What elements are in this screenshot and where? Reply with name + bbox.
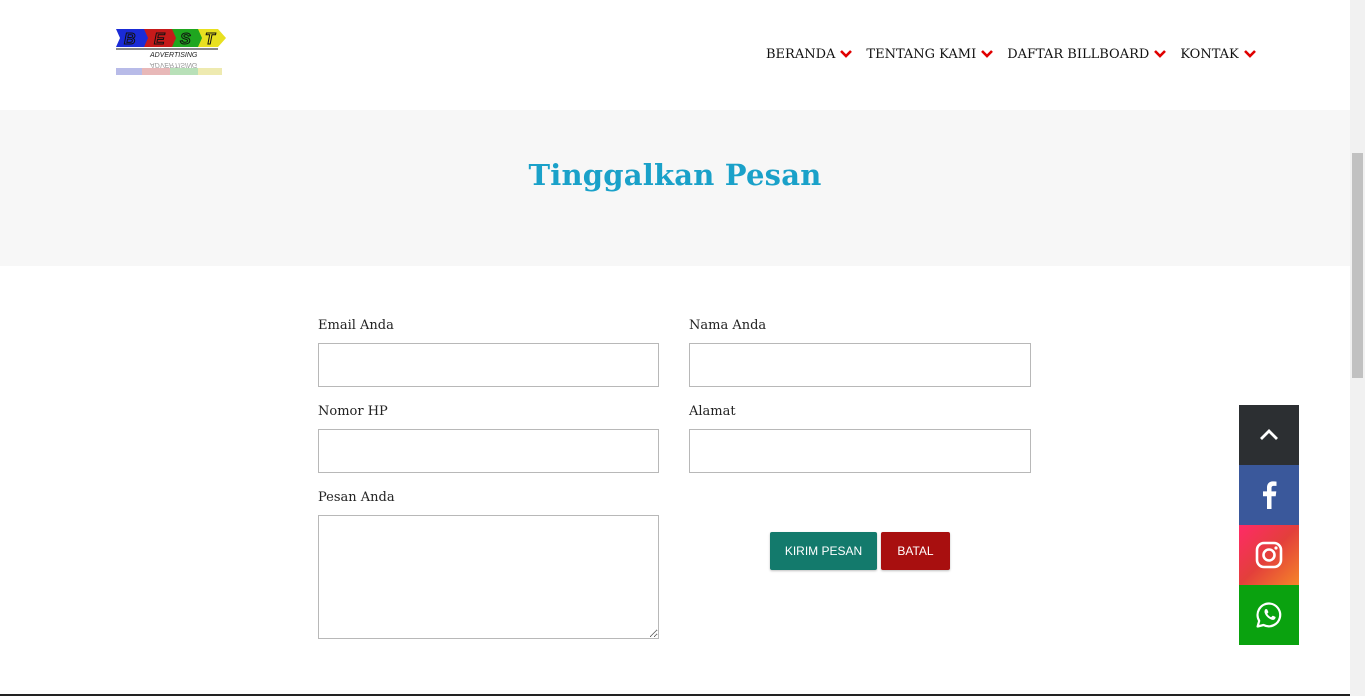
nav-item-label: KONTAK xyxy=(1180,46,1239,62)
chevron-down-icon xyxy=(840,50,853,58)
email-label: Email Anda xyxy=(318,318,394,333)
svg-text:T: T xyxy=(205,31,216,48)
page-scrollbar[interactable] xyxy=(1350,0,1365,696)
name-label: Nama Anda xyxy=(689,318,767,333)
social-float-bar xyxy=(1239,405,1299,645)
send-message-button[interactable]: KIRIM PESAN xyxy=(770,532,877,570)
facebook-icon xyxy=(1263,481,1277,509)
cancel-button[interactable]: BATAL xyxy=(881,532,950,570)
email-field[interactable] xyxy=(318,343,659,387)
phone-field[interactable] xyxy=(318,429,659,473)
scrollbar-thumb[interactable] xyxy=(1352,153,1363,378)
page-banner: Tinggalkan Pesan xyxy=(0,110,1350,266)
svg-text:ADVERTISING: ADVERTISING xyxy=(149,52,198,59)
svg-text:S: S xyxy=(180,31,191,48)
instagram-button[interactable] xyxy=(1239,525,1299,585)
svg-text:B: B xyxy=(124,31,136,48)
message-field[interactable] xyxy=(318,515,659,639)
chevron-down-icon xyxy=(981,50,994,58)
nav-item-kontak[interactable]: KONTAK xyxy=(1180,45,1256,63)
nav-item-label: DAFTAR BILLBOARD xyxy=(1007,46,1150,62)
page-title: Tinggalkan Pesan xyxy=(528,158,822,192)
address-field[interactable] xyxy=(689,429,1031,473)
whatsapp-icon xyxy=(1256,602,1282,628)
chevron-down-icon xyxy=(1154,50,1167,58)
facebook-button[interactable] xyxy=(1239,465,1299,525)
phone-label: Nomor HP xyxy=(318,404,388,419)
back-to-top-button[interactable] xyxy=(1239,405,1299,465)
main-nav: BERANDA TENTANG KAMI DAFTAR BILLBOARD KO… xyxy=(766,45,1270,63)
logo-icon: B E S T ADVERTISING ADVERTISING xyxy=(116,29,226,75)
svg-text:E: E xyxy=(154,31,166,48)
nav-item-tentang-kami[interactable]: TENTANG KAMI xyxy=(866,45,994,63)
nav-item-label: BERANDA xyxy=(766,46,836,62)
site-header: B E S T ADVERTISING ADVERTISING BERANDA … xyxy=(0,0,1350,110)
brand-logo[interactable]: B E S T ADVERTISING ADVERTISING xyxy=(110,2,230,94)
svg-text:ADVERTISING: ADVERTISING xyxy=(149,61,198,68)
chevron-down-icon xyxy=(1243,50,1256,58)
message-label: Pesan Anda xyxy=(318,490,395,505)
nav-item-beranda[interactable]: BERANDA xyxy=(766,45,853,63)
address-label: Alamat xyxy=(689,404,736,419)
instagram-icon xyxy=(1255,541,1283,569)
whatsapp-button[interactable] xyxy=(1239,585,1299,645)
chevron-up-icon xyxy=(1260,429,1278,440)
name-field[interactable] xyxy=(689,343,1031,387)
nav-item-daftar-billboard[interactable]: DAFTAR BILLBOARD xyxy=(1007,45,1167,63)
nav-item-label: TENTANG KAMI xyxy=(866,46,977,62)
